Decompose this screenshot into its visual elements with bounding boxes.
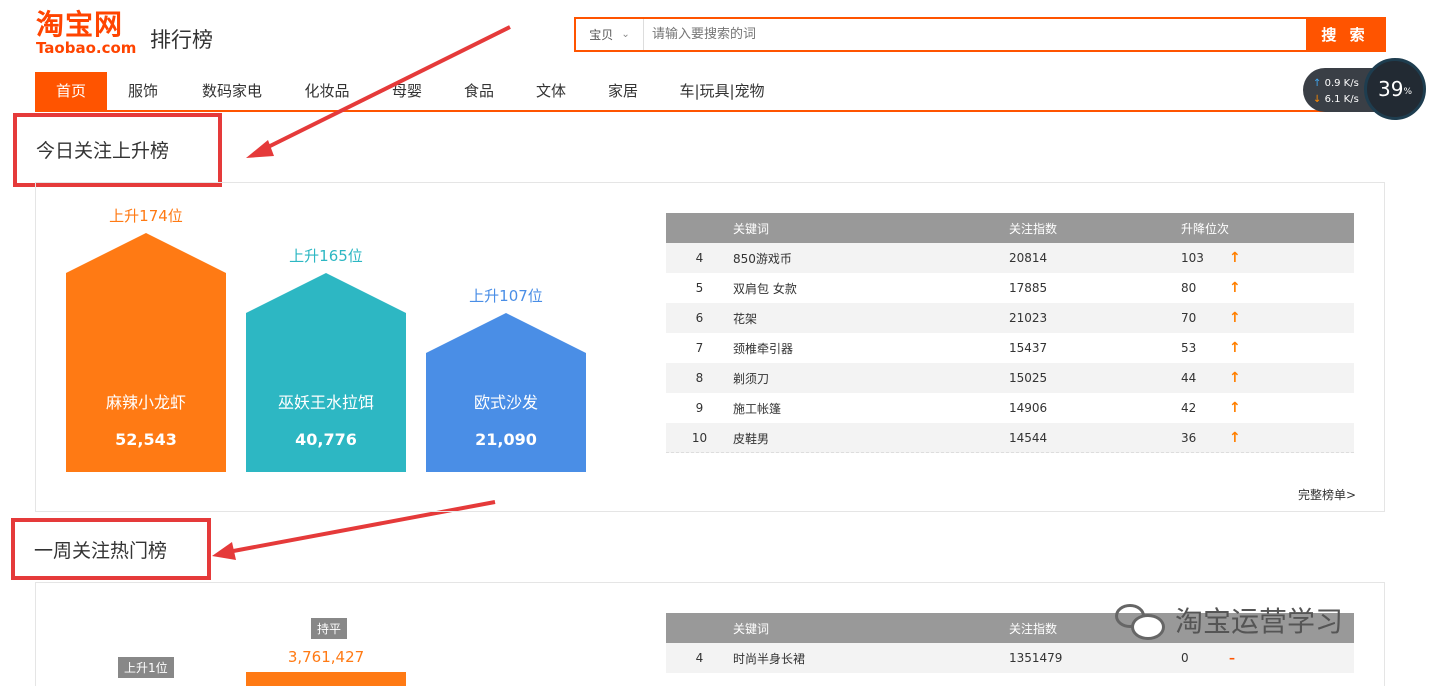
top3-body: 欧式沙发 21,090	[426, 353, 586, 472]
top2-roof	[246, 273, 406, 313]
top1-body: 麻辣小龙虾 52,543	[66, 273, 226, 472]
top2-body: 巫妖王水拉饵 40,776	[246, 313, 406, 472]
table-divider	[666, 452, 1354, 453]
top2-card[interactable]: 巫妖王水拉饵 40,776	[246, 273, 406, 472]
row-keyword[interactable]: 时尚半身长裙	[733, 643, 1009, 673]
row-trend: ↑	[1229, 243, 1354, 273]
table-row[interactable]: 4 时尚半身长裙 1351479 0 –	[666, 643, 1354, 673]
header-rank	[666, 213, 733, 243]
full-list-link[interactable]: 完整榜单>	[1298, 486, 1356, 503]
table-row[interactable]: 4 850游戏币 20814 103 ↑	[666, 243, 1354, 273]
row-keyword[interactable]: 颈椎牵引器	[733, 333, 1009, 363]
table-header-row: 关键词 关注指数 升降位次	[666, 213, 1354, 243]
row-index: 21023	[1009, 303, 1181, 333]
arrow-up-icon: ↑	[1229, 280, 1241, 296]
rise-label-2: 上升165位	[289, 247, 363, 265]
header-keyword: 关键词	[733, 613, 1009, 643]
tag-flat: 持平	[311, 618, 348, 639]
row-keyword[interactable]: 剃须刀	[733, 363, 1009, 393]
row-change: 0	[1181, 643, 1229, 673]
table-row[interactable]: 8 剃须刀 15025 44 ↑	[666, 363, 1354, 393]
hot-top-value: 3,761,427	[287, 648, 365, 666]
wechat-icon	[1115, 600, 1167, 640]
row-index: 14906	[1009, 393, 1181, 423]
row-change: 44	[1181, 363, 1229, 393]
row-keyword[interactable]: 施工帐篷	[733, 393, 1009, 423]
table-row[interactable]: 7 颈椎牵引器 15437 53 ↑	[666, 333, 1354, 363]
top3-name: 欧式沙发	[473, 393, 538, 412]
top3-value: 21,090	[475, 430, 537, 449]
section-title-hot: 一周关注热门榜	[34, 540, 168, 562]
row-keyword[interactable]: 花架	[733, 303, 1009, 333]
row-trend: ↑	[1229, 333, 1354, 363]
top2-value: 40,776	[295, 430, 357, 449]
rise-label-3: 上升107位	[469, 287, 543, 305]
annotation-arrow-1	[246, 25, 511, 158]
row-change: 53	[1181, 333, 1229, 363]
row-rank: 4	[666, 243, 733, 273]
rise-label-1: 上升174位	[109, 207, 183, 225]
row-rank: 5	[666, 273, 733, 303]
row-rank: 4	[666, 643, 733, 673]
row-rank: 7	[666, 333, 733, 363]
watermark-text: 淘宝运营学习	[1175, 605, 1344, 638]
table-row[interactable]: 10 皮鞋男 14544 36 ↑	[666, 423, 1354, 453]
table-row[interactable]: 5 双肩包 女款 17885 80 ↑	[666, 273, 1354, 303]
top3-card[interactable]: 欧式沙发 21,090	[426, 313, 586, 472]
row-trend: ↑	[1229, 363, 1354, 393]
flat-dash-icon: –	[1229, 651, 1235, 665]
row-change: 36	[1181, 423, 1229, 453]
row-trend: ↑	[1229, 423, 1354, 453]
row-change: 80	[1181, 273, 1229, 303]
row-index: 17885	[1009, 273, 1181, 303]
row-index: 20814	[1009, 243, 1181, 273]
row-keyword[interactable]: 双肩包 女款	[733, 273, 1009, 303]
row-rank: 10	[666, 423, 733, 453]
row-keyword[interactable]: 850游戏币	[733, 243, 1009, 273]
row-trend: ↑	[1229, 303, 1354, 333]
row-trend: –	[1229, 643, 1354, 673]
row-keyword[interactable]: 皮鞋男	[733, 423, 1009, 453]
row-trend: ↑	[1229, 393, 1354, 423]
row-rank: 8	[666, 363, 733, 393]
arrow-up-icon: ↑	[1229, 250, 1241, 266]
top1-roof	[66, 233, 226, 273]
top2-name: 巫妖王水拉饵	[277, 393, 374, 412]
rising-rank-table: 关键词 关注指数 升降位次 4 850游戏币 20814 103 ↑ 5 双肩包…	[666, 213, 1354, 453]
top1-value: 52,543	[115, 430, 177, 449]
table-row[interactable]: 6 花架 21023 70 ↑	[666, 303, 1354, 333]
row-rank: 9	[666, 393, 733, 423]
row-change: 70	[1181, 303, 1229, 333]
arrow-up-icon: ↑	[1229, 430, 1241, 446]
hot-top-card[interactable]	[246, 672, 406, 686]
arrow-up-icon: ↑	[1229, 400, 1241, 416]
row-change: 103	[1181, 243, 1229, 273]
header-rank	[666, 613, 733, 643]
top1-name: 麻辣小龙虾	[105, 393, 186, 412]
header-change: 升降位次	[1181, 213, 1354, 243]
table-row[interactable]: 9 施工帐篷 14906 42 ↑	[666, 393, 1354, 423]
row-index: 14544	[1009, 423, 1181, 453]
row-index: 1351479	[1009, 643, 1181, 673]
wechat-watermark: 淘宝运营学习	[1115, 600, 1343, 640]
arrow-up-icon: ↑	[1229, 370, 1241, 386]
row-change: 42	[1181, 393, 1229, 423]
row-trend: ↑	[1229, 273, 1354, 303]
row-index: 15025	[1009, 363, 1181, 393]
header-keyword: 关键词	[733, 213, 1009, 243]
top3-roof	[426, 313, 586, 353]
tag-rise: 上升1位	[118, 657, 174, 678]
arrow-up-icon: ↑	[1229, 340, 1241, 356]
top1-card[interactable]: 麻辣小龙虾 52,543	[66, 233, 226, 472]
header-index: 关注指数	[1009, 213, 1181, 243]
row-index: 15437	[1009, 333, 1181, 363]
arrow-up-icon: ↑	[1229, 310, 1241, 326]
row-rank: 6	[666, 303, 733, 333]
